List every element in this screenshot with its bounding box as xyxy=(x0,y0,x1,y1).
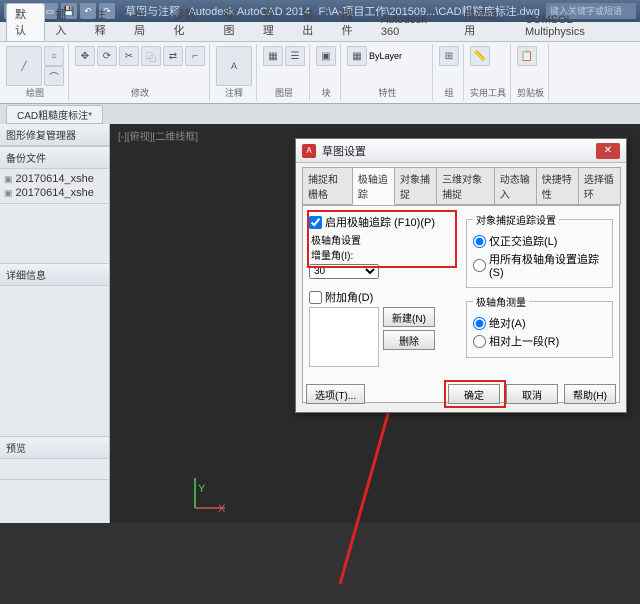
group-annotate: 注释 xyxy=(216,86,252,99)
block-icon[interactable]: ▣ xyxy=(316,46,336,66)
dialog-title: 草图设置 xyxy=(322,143,590,159)
osnap-track-group: 对象捕捉追踪设置 xyxy=(473,212,559,227)
delete-angle-button[interactable]: 删除 xyxy=(383,330,435,350)
additional-angles-list[interactable] xyxy=(309,307,379,367)
copy-icon[interactable]: ⿻ xyxy=(141,46,161,66)
circle-icon[interactable]: ○ xyxy=(44,46,64,66)
file-tab-active[interactable]: CAD粗糙度标注* xyxy=(6,105,103,124)
tab-default[interactable]: 默认 xyxy=(6,3,45,41)
panel-details: 详细信息 xyxy=(0,264,109,286)
relative-radio[interactable]: 相对上一段(R) xyxy=(473,333,606,349)
group-util: 实用工具 xyxy=(470,86,506,99)
group-layer: 图层 xyxy=(263,86,305,99)
measure-group: 极轴角测量 xyxy=(473,294,529,309)
file-tabs: CAD粗糙度标注* xyxy=(0,104,640,124)
additional-angles-checkbox[interactable]: 附加角(D) xyxy=(309,289,456,305)
trim-icon[interactable]: ✂ xyxy=(119,46,139,66)
tab-parametric[interactable]: 参数化 xyxy=(165,4,213,41)
tab-comsol[interactable]: COMSOL Multiphysics xyxy=(517,12,640,41)
measure-icon[interactable]: 📏 xyxy=(470,46,490,66)
panel-recovery: 图形修复管理器 xyxy=(0,124,109,146)
absolute-radio[interactable]: 绝对(A) xyxy=(473,315,606,331)
options-button[interactable]: 选项(T)... xyxy=(306,384,365,404)
color-icon[interactable]: ▦ xyxy=(347,46,367,66)
tab-annotate[interactable]: 注释 xyxy=(87,4,124,41)
tab-polar[interactable]: 极轴追踪 xyxy=(352,167,395,205)
dialog-tabs: 捕捉和栅格 极轴追踪 对象捕捉 三维对象捕捉 动态输入 快捷特性 选择循环 xyxy=(296,163,626,205)
bylayer-combo[interactable]: ByLayer xyxy=(369,51,402,61)
new-angle-button[interactable]: 新建(N) xyxy=(383,307,435,327)
backup-file[interactable]: 20170614_xshe xyxy=(4,186,105,200)
cancel-button[interactable]: 取消 xyxy=(506,384,558,404)
paste-icon[interactable]: 📋 xyxy=(517,46,537,66)
mirror-icon[interactable]: ⇄ xyxy=(163,46,183,66)
ribbon-tabs: 默认 插入 注释 布局 参数化 视图 管理 输出 插件 Autodesk 360… xyxy=(0,22,640,42)
tab-a360[interactable]: Autodesk 360 xyxy=(373,12,454,41)
text-button[interactable]: A xyxy=(216,46,252,86)
group-props: 特性 xyxy=(347,86,428,99)
tab-view[interactable]: 视图 xyxy=(215,4,252,41)
tab-featured[interactable]: 精选应用 xyxy=(456,4,515,41)
tab-snap[interactable]: 捕捉和栅格 xyxy=(302,167,353,205)
arc-icon[interactable]: ⌒ xyxy=(44,66,64,86)
panel-backup: 备份文件 xyxy=(0,147,109,169)
group-group: 组 xyxy=(439,86,459,99)
ribbon: ╱○⌒绘图 ✥⟳✂⿻⇄⌐修改 A注释 ▦☰图层 ▣块 ▦ByLayer特性 ⊞组… xyxy=(0,42,640,104)
line-button[interactable]: ╱ xyxy=(6,46,42,86)
tab-insert[interactable]: 插入 xyxy=(47,4,84,41)
fillet-icon[interactable]: ⌐ xyxy=(185,46,205,66)
drafting-settings-dialog: A 草图设置 ✕ 捕捉和栅格 极轴追踪 对象捕捉 三维对象捕捉 动态输入 快捷特… xyxy=(295,138,627,413)
all-polar-radio[interactable]: 用所有极轴角设置追踪(S) xyxy=(473,251,606,279)
group-icon[interactable]: ⊞ xyxy=(439,46,459,66)
sidebar: 图形修复管理器 备份文件 20170614_xshe 20170614_xshe… xyxy=(0,124,110,523)
tab-manage[interactable]: 管理 xyxy=(255,4,292,41)
backup-file[interactable]: 20170614_xshe xyxy=(4,172,105,186)
tab-3dosnap[interactable]: 三维对象捕捉 xyxy=(436,167,495,205)
panel-preview: 预览 xyxy=(0,437,109,459)
move-icon[interactable]: ✥ xyxy=(75,46,95,66)
tab-output[interactable]: 输出 xyxy=(294,4,331,41)
tab-osnap[interactable]: 对象捕捉 xyxy=(394,167,437,205)
group-draw: 绘图 xyxy=(6,86,64,99)
tab-plugins[interactable]: 插件 xyxy=(334,4,371,41)
tab-selcycle[interactable]: 选择循环 xyxy=(578,167,621,205)
group-clip: 剪贴板 xyxy=(517,86,544,99)
rotate-icon[interactable]: ⟳ xyxy=(97,46,117,66)
autocad-icon: A xyxy=(302,144,316,158)
group-block: 块 xyxy=(316,86,336,99)
help-button[interactable]: 帮助(H) xyxy=(564,384,616,404)
group-modify: 修改 xyxy=(75,86,205,99)
close-icon[interactable]: ✕ xyxy=(596,143,620,159)
layer-icon[interactable]: ▦ xyxy=(263,46,283,66)
layer-state-icon[interactable]: ☰ xyxy=(285,46,305,66)
ortho-only-radio[interactable]: 仅正交追踪(L) xyxy=(473,233,606,249)
tab-dyninput[interactable]: 动态输入 xyxy=(494,167,537,205)
viewport-label[interactable]: [-][俯视][二维线框] xyxy=(118,128,198,143)
tab-layout[interactable]: 布局 xyxy=(126,4,163,41)
tab-quickprops[interactable]: 快捷特性 xyxy=(536,167,579,205)
